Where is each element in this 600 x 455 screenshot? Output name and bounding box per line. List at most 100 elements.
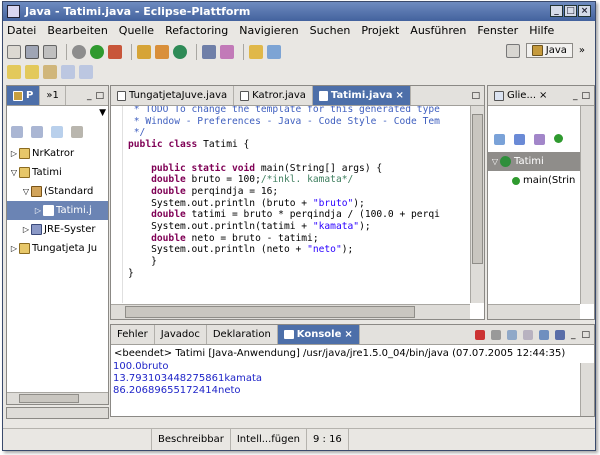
tab-hidden-views[interactable]: »1 — [40, 86, 66, 105]
close-window-button[interactable]: × — [578, 5, 591, 17]
menu-refactoring[interactable]: Refactoring — [165, 24, 228, 37]
close-tab-icon[interactable]: × — [344, 329, 352, 340]
outline-vscroll[interactable] — [580, 106, 594, 304]
twisty[interactable]: ▷ — [21, 225, 31, 234]
external-tools-icon[interactable] — [108, 45, 122, 59]
maximize-editor-button[interactable]: □ — [471, 91, 480, 101]
console-vscroll[interactable] — [580, 363, 594, 416]
java-perspective-button[interactable]: Java — [525, 43, 573, 58]
menu-fenster[interactable]: Fenster — [477, 24, 518, 37]
code-line[interactable]: double perqindja = 16; — [128, 186, 484, 198]
code-line[interactable]: System.out.println (bruto + "bruto"); — [128, 198, 484, 210]
forward-icon[interactable] — [31, 126, 43, 138]
twisty[interactable]: ▷ — [9, 149, 19, 158]
open-type-icon[interactable] — [202, 45, 216, 59]
hide-nonpublic-icon[interactable] — [554, 134, 563, 143]
code-line[interactable]: */ — [128, 127, 484, 139]
scroll-thumb[interactable] — [472, 114, 483, 264]
previous-annotation-icon[interactable] — [25, 65, 39, 79]
tree-item-tungatjeta[interactable]: ▷ Tungatjeta Ju — [7, 239, 108, 258]
next-annotation-icon[interactable] — [7, 65, 21, 79]
menu-quelle[interactable]: Quelle — [119, 24, 154, 37]
explorer-bottom-scroll[interactable] — [6, 407, 109, 419]
toggle-annotation-icon[interactable] — [249, 45, 263, 59]
twisty[interactable]: ▽ — [21, 187, 31, 196]
explorer-hscroll[interactable] — [7, 392, 108, 404]
menu-projekt[interactable]: Projekt — [361, 24, 399, 37]
new-package-icon[interactable] — [155, 45, 169, 59]
tab-fehler[interactable]: Fehler — [111, 325, 155, 344]
collapse-all-icon[interactable] — [71, 126, 83, 138]
tab-outline[interactable]: Glie... × — [488, 86, 553, 105]
tab-katror[interactable]: Katror.java — [234, 86, 313, 105]
display-console-icon[interactable] — [554, 329, 565, 340]
code-lines[interactable]: * TODO To change the template for this g… — [128, 106, 484, 280]
code-line[interactable] — [128, 151, 484, 163]
tree-item-tatimi-project[interactable]: ▽ Tatimi — [7, 163, 108, 182]
hide-fields-icon[interactable] — [514, 134, 525, 145]
code-line[interactable]: * TODO To change the template for this g… — [128, 106, 484, 116]
up-icon[interactable] — [51, 126, 63, 138]
minimize-view-button[interactable]: _ — [571, 330, 576, 340]
code-line[interactable]: * Window - Preferences - Java - Code Sty… — [128, 116, 484, 128]
outline-item-class[interactable]: ▽ Tatimi — [488, 152, 594, 171]
view-menu-button[interactable]: ▼ — [99, 108, 106, 118]
tab-javadoc[interactable]: Javadoc — [155, 325, 207, 344]
new-class-icon[interactable] — [173, 45, 187, 59]
tree-item-jre-system[interactable]: ▷ JRE-Syster — [7, 220, 108, 239]
outline-item-method[interactable]: main(Strin — [488, 171, 594, 190]
twisty[interactable]: ▽ — [490, 157, 500, 166]
minimize-button[interactable]: _ — [550, 5, 563, 17]
twisty[interactable]: ▷ — [9, 244, 19, 253]
tab-package-explorer[interactable]: P — [7, 86, 41, 105]
maximize-view-button[interactable]: □ — [581, 91, 590, 101]
outline-hscroll[interactable] — [488, 304, 580, 319]
editor-vscroll[interactable] — [470, 106, 484, 303]
menu-datei[interactable]: Datei — [7, 24, 36, 37]
tab-konsole[interactable]: Konsole × — [277, 325, 360, 344]
open-perspective-icon[interactable] — [505, 43, 520, 58]
code-line[interactable]: double neto = bruto - tatimi; — [128, 233, 484, 245]
code-line[interactable]: double tatimi = bruto * perqindja / (100… — [128, 209, 484, 221]
hide-static-icon[interactable] — [534, 134, 545, 145]
minimize-view-button[interactable]: _ — [87, 91, 92, 101]
minimize-view-button[interactable]: _ — [573, 91, 578, 101]
sort-icon[interactable] — [494, 134, 505, 145]
maximize-view-button[interactable]: □ — [95, 91, 104, 101]
twisty[interactable]: ▷ — [33, 206, 43, 215]
maximize-button[interactable]: □ — [564, 5, 577, 17]
menu-ausfuehren[interactable]: Ausführen — [410, 24, 466, 37]
new-icon[interactable] — [7, 45, 21, 59]
last-edit-icon[interactable] — [43, 65, 57, 79]
mark-occurrences-icon[interactable] — [267, 45, 281, 59]
terminate-icon[interactable] — [474, 329, 485, 340]
save-icon[interactable] — [25, 45, 39, 59]
console-area[interactable]: <beendet> Tatimi [Java-Anwendung] /usr/j… — [111, 345, 594, 416]
twisty[interactable]: ▽ — [9, 168, 19, 177]
more-perspectives[interactable]: » — [579, 45, 585, 56]
tab-tungatjetajuve[interactable]: TungatjetaJuve.java — [111, 86, 235, 105]
tree-item-default-package[interactable]: ▽ (Standard — [7, 182, 108, 201]
run-icon[interactable] — [90, 45, 104, 59]
debug-icon[interactable] — [72, 45, 86, 59]
print-icon[interactable] — [43, 45, 57, 59]
scroll-lock-icon[interactable] — [522, 329, 533, 340]
code-line[interactable]: } — [128, 256, 484, 268]
close-tab-icon[interactable]: × — [539, 90, 547, 101]
code-line[interactable]: public class Tatimi { — [128, 139, 484, 151]
menu-bearbeiten[interactable]: Bearbeiten — [47, 24, 107, 37]
code-line[interactable]: } — [128, 268, 484, 280]
scroll-thumb[interactable] — [125, 306, 415, 318]
tree-item-nrkatror[interactable]: ▷ NrKatror — [7, 144, 108, 163]
forward-icon[interactable] — [79, 65, 93, 79]
code-line[interactable]: public static void main(String[] args) { — [128, 163, 484, 175]
pin-console-icon[interactable] — [538, 329, 549, 340]
menu-navigieren[interactable]: Navigieren — [239, 24, 298, 37]
scroll-thumb[interactable] — [19, 394, 79, 403]
code-area[interactable]: * TODO To change the template for this g… — [111, 106, 484, 303]
editor-hscroll[interactable] — [111, 304, 470, 319]
search-icon[interactable] — [220, 45, 234, 59]
menu-suchen[interactable]: Suchen — [310, 24, 351, 37]
code-line[interactable]: System.out.println(tatimi + "kamata"); — [128, 221, 484, 233]
tab-deklaration[interactable]: Deklaration — [207, 325, 278, 344]
